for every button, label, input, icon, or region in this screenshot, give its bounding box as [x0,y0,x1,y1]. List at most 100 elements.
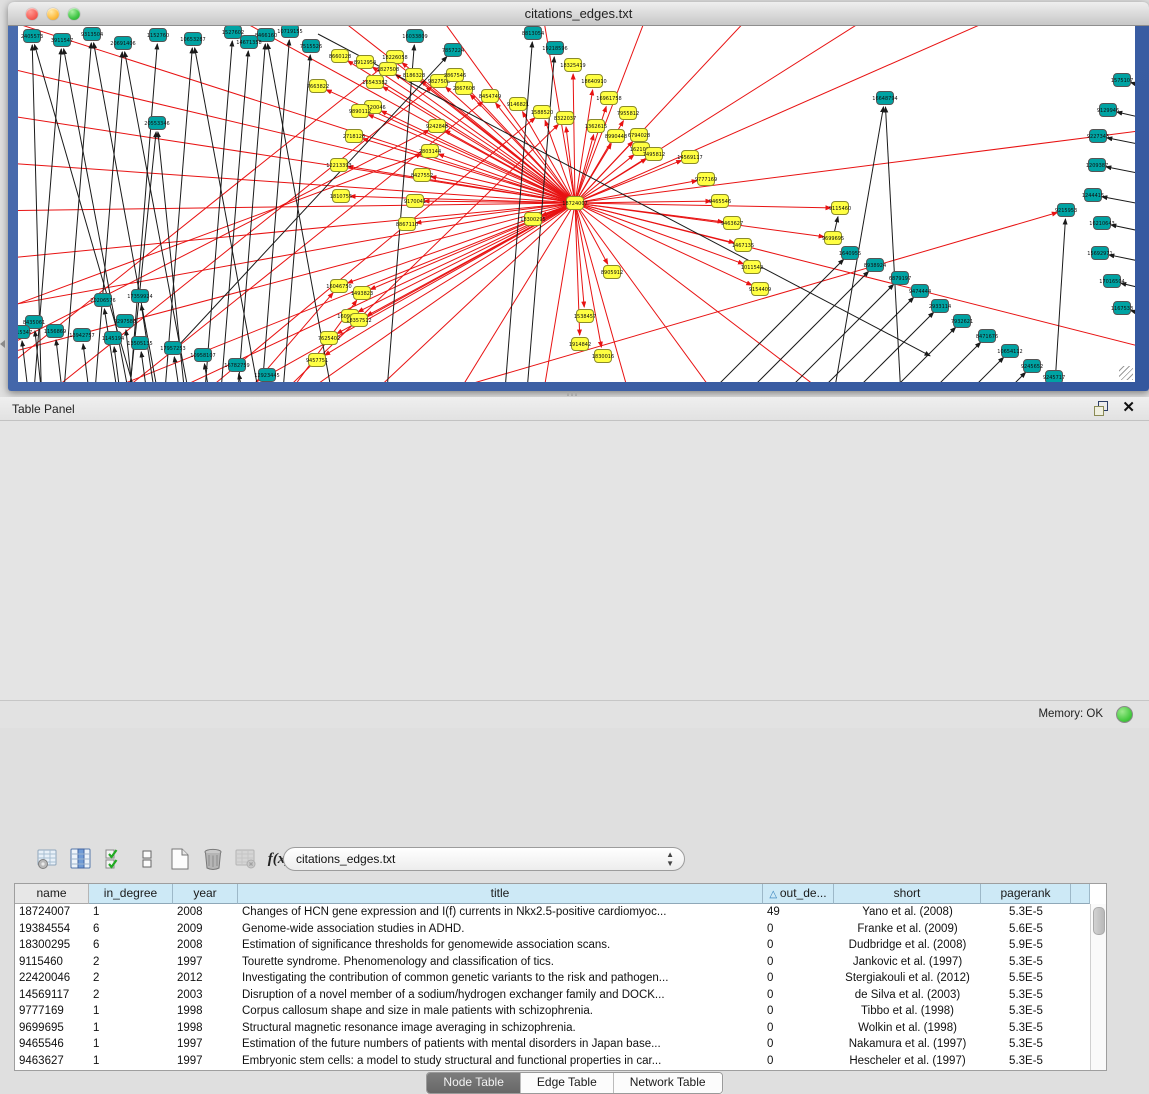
memory-status-indicator[interactable] [1116,706,1133,723]
column-header-out_de[interactable]: △ out_de... [763,884,834,904]
citation-edge-red[interactable] [18,203,575,211]
network-node[interactable]: 9215953 [1055,204,1077,217]
citation-edge-black[interactable] [260,40,289,382]
network-node[interactable]: 8186328 [403,69,425,82]
network-node[interactable]: 16782759 [224,359,249,372]
citation-edge-black[interactable] [1131,310,1135,324]
citation-edge-red[interactable] [18,154,422,326]
citation-edge-black[interactable] [32,45,42,382]
network-node[interactable]: 7955812 [617,107,639,120]
citation-edge-black[interactable] [882,372,1026,382]
network-node[interactable]: 7932621 [951,315,973,328]
network-node[interactable]: 9115460 [829,202,851,215]
network-node[interactable]: 9227343 [1087,130,1109,143]
network-node[interactable]: 9465546 [709,195,731,208]
network-node[interactable]: 2405573 [21,30,43,43]
network-node[interactable]: 8322037 [554,112,576,125]
network-node[interactable]: 20553346 [144,117,169,130]
network-node[interactable]: 3911547 [51,34,73,47]
network-node[interactable]: 12213393 [326,159,351,172]
row-height-icon[interactable] [135,847,159,871]
trash-icon[interactable] [201,847,225,871]
panel-divider-handle[interactable] [567,392,579,396]
network-node[interactable]: 16033809 [402,30,427,43]
network-node[interactable]: 1209387 [1086,159,1108,172]
citation-edge-black[interactable] [203,41,232,382]
network-node[interactable]: 9457751 [306,354,328,367]
network-node[interactable]: 8471676 [976,330,998,343]
citation-edge-black[interactable] [837,342,981,382]
network-node[interactable]: 1011542 [741,261,763,274]
table-row[interactable]: 946554611997Estimation of the future num… [15,1036,1090,1053]
network-node[interactable]: 8660128 [329,50,351,63]
citation-edge-black[interactable] [1109,255,1135,269]
network-node[interactable]: 9154409 [749,283,771,296]
citation-edge-black[interactable] [1131,82,1135,96]
tab-edge-table[interactable]: Edge Table [520,1073,613,1093]
network-node[interactable]: 1538457 [574,310,596,323]
column-header-title[interactable]: title [238,884,763,904]
network-node[interactable]: 18226058 [382,51,407,64]
network-node[interactable]: 16648794 [872,92,897,105]
network-node[interactable]: 2933114 [929,300,951,313]
network-node[interactable]: 8990448 [605,130,627,143]
new-file-icon[interactable] [168,847,192,871]
tab-node-table[interactable]: Node Table [427,1073,520,1093]
citation-edge-black[interactable] [83,344,92,382]
network-node[interactable]: 1156869 [44,325,66,338]
network-node[interactable]: 1914842 [569,338,591,351]
network-node[interactable]: 2803144 [419,145,441,158]
network-node[interactable]: 2718126 [343,130,365,143]
network-node[interactable]: 10719155 [277,26,302,38]
float-panel-icon[interactable] [1094,401,1108,415]
table-column-icon[interactable] [69,847,93,871]
table-row[interactable]: 977716911998Corpus callosum shape and si… [15,1003,1090,1020]
network-node[interactable]: 9890112 [349,105,371,118]
table-row[interactable]: 1872400712008Changes of HCN gene express… [15,904,1090,921]
network-window-titlebar[interactable]: citations_edges.txt [8,2,1149,26]
column-header-pagerank[interactable]: pagerank [981,884,1071,904]
network-node[interactable]: 7495812 [643,148,665,161]
citation-edge-black[interactable] [1121,283,1135,297]
network-node[interactable]: 8905912 [601,266,623,279]
table-row[interactable]: 969969511998Structural magnetic resonanc… [15,1020,1090,1037]
network-node[interactable]: 9242848 [426,120,448,133]
network-node[interactable]: 17359924 [127,290,152,303]
network-node[interactable]: 6879197 [889,272,911,285]
citation-edge-black[interactable] [1111,225,1135,239]
citation-edge-black[interactable] [1102,197,1135,211]
network-node[interactable]: 1167533 [1111,302,1133,315]
network-node[interactable]: 7857224 [442,44,464,57]
citation-edge-black[interactable] [725,271,869,382]
network-node[interactable]: 9777169 [695,173,717,186]
network-node[interactable]: 8813054 [522,27,544,40]
citation-edge-red[interactable] [178,26,575,203]
network-node[interactable]: 1588520 [531,106,553,119]
network-node[interactable]: 18325419 [560,59,585,72]
network-node[interactable]: 8938924 [864,259,886,272]
citation-edge-black[interactable] [1106,167,1135,181]
citation-edge-black[interactable] [1107,138,1135,152]
network-node[interactable]: 10653287 [180,33,205,46]
column-header-year[interactable]: year [173,884,238,904]
network-node[interactable]: 1830016 [592,350,614,363]
column-header-short[interactable]: short [834,884,981,904]
citation-edge-black[interactable] [1053,219,1065,382]
citation-edge-red[interactable] [575,203,744,264]
network-table-select[interactable]: citations_edges.txt ▲▼ [283,847,685,871]
network-node[interactable]: 1145194 [102,332,124,345]
close-panel-icon[interactable]: ✕ [1122,401,1135,415]
network-node[interactable]: 9170041 [404,195,426,208]
select-rows-icon[interactable] [102,847,126,871]
citation-edge-black[interactable] [700,259,844,382]
canvas-resize-grip[interactable] [1119,366,1133,380]
network-node[interactable]: 16046750 [326,280,351,293]
network-node[interactable]: 14569117 [677,151,702,164]
citation-edge-red[interactable] [575,201,711,203]
citation-edge-black[interactable] [56,340,65,382]
network-node[interactable]: 1827508 [377,63,399,76]
table-row[interactable]: 1830029562008Estimation of significance … [15,937,1090,954]
table-row[interactable]: 1938455462009Genome-wide association stu… [15,921,1090,938]
citation-edge-black[interactable] [239,374,247,382]
panel-collapse-arrow-icon[interactable] [0,340,5,348]
